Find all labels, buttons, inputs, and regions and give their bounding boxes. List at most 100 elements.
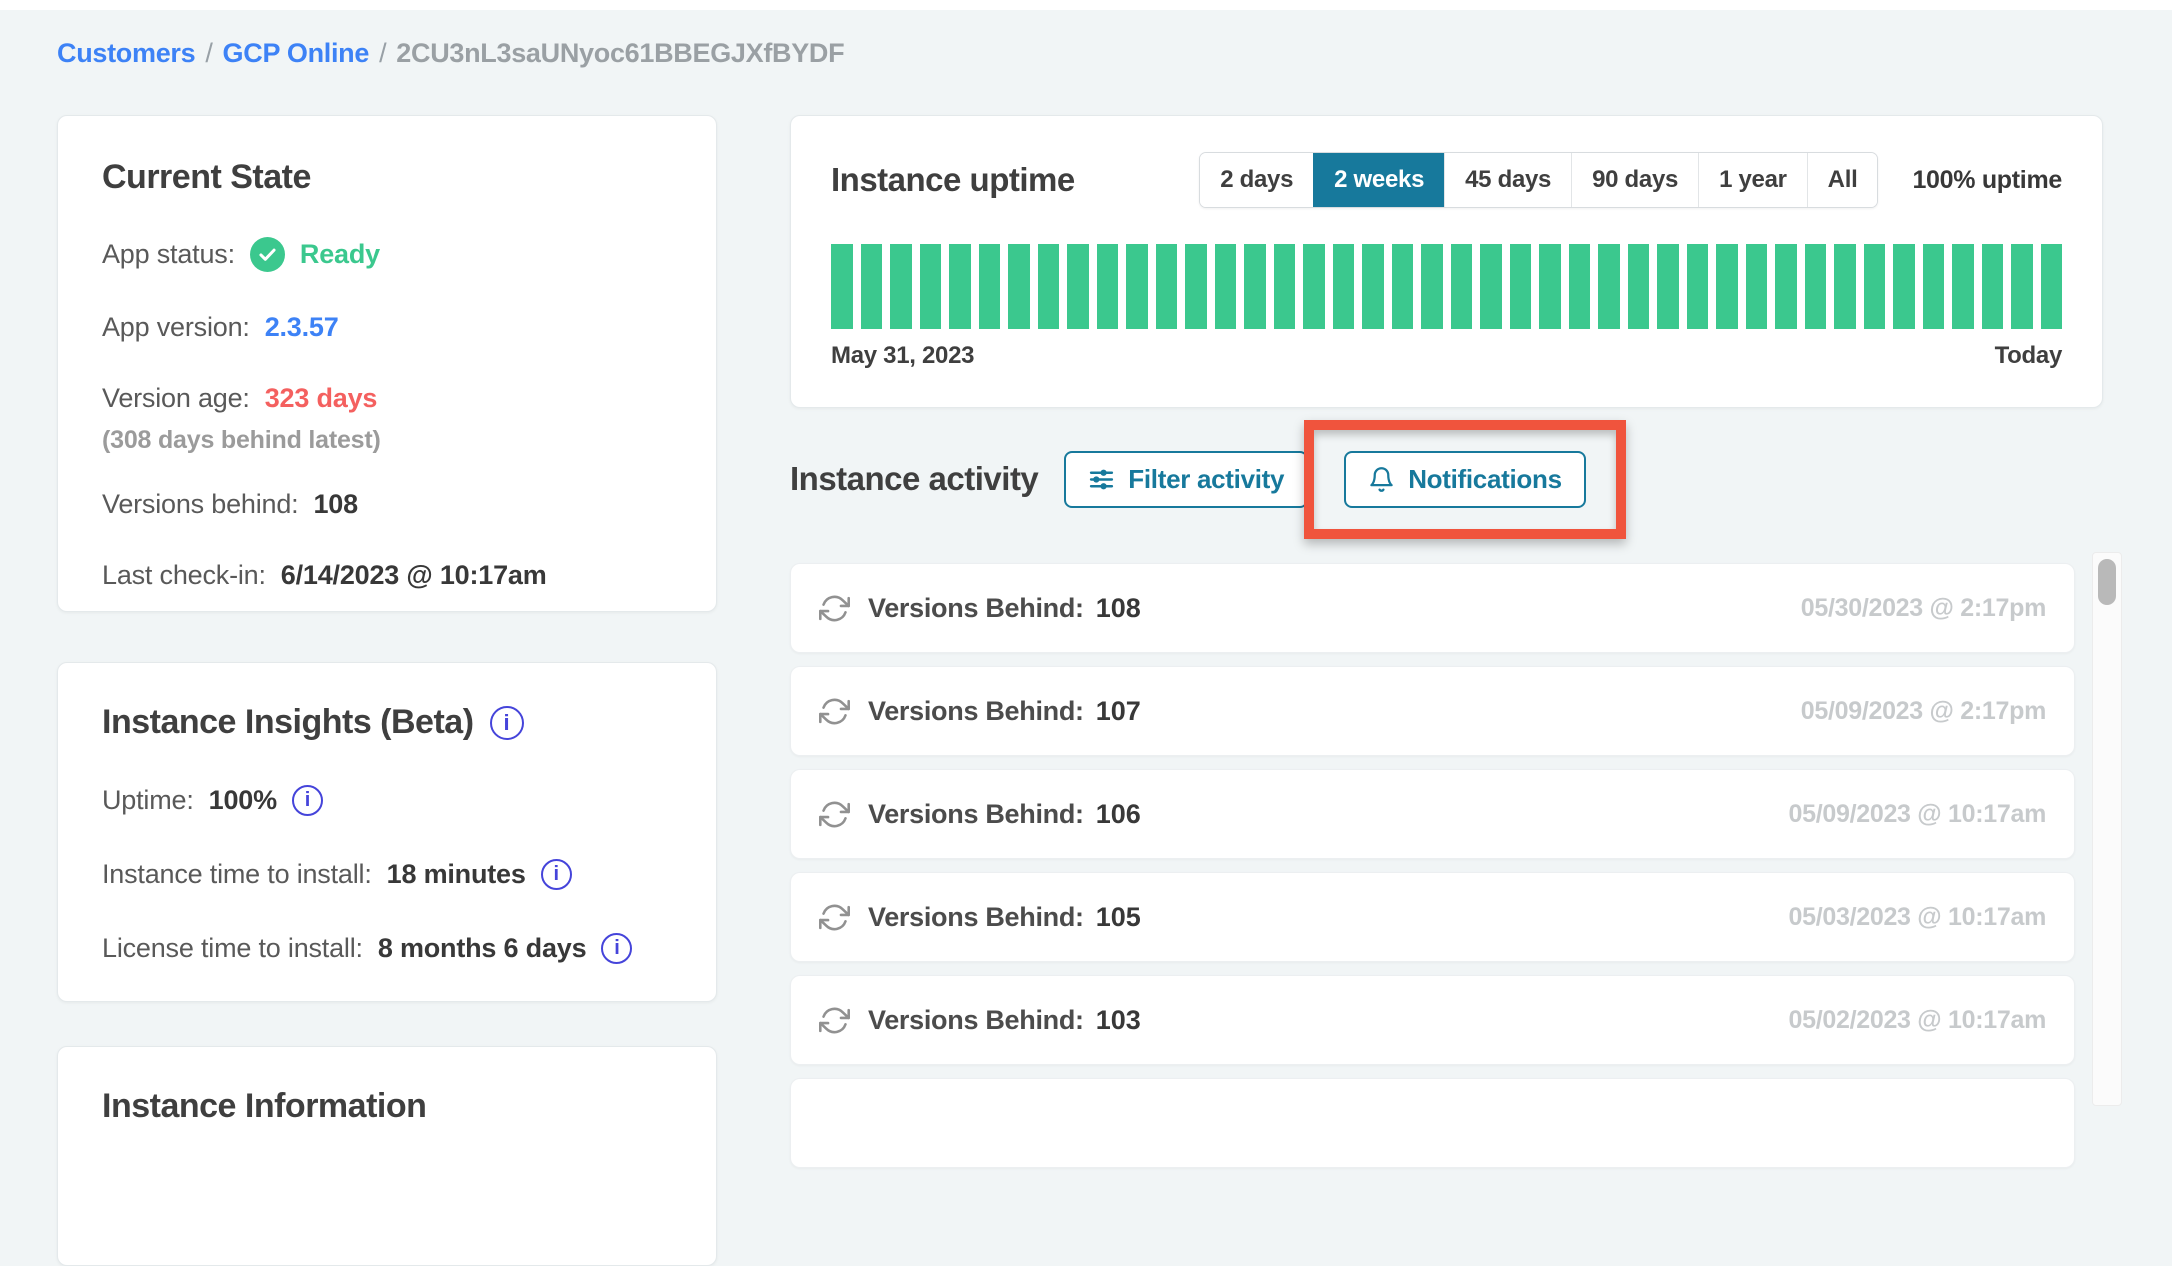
activity-title: Instance activity xyxy=(790,460,1038,498)
insights-rows: Uptime: 100% Instance time to install: 1… xyxy=(102,785,672,964)
activity-header: Instance activity Filter activity xyxy=(790,408,2103,550)
sync-arrows-icon xyxy=(819,593,850,624)
instance-insights-card: Instance Insights (Beta) Uptime: 100% In… xyxy=(57,662,717,1002)
uptime-range-45-days[interactable]: 45 days xyxy=(1444,153,1571,207)
uptime-range-90-days[interactable]: 90 days xyxy=(1571,153,1698,207)
uptime-bar xyxy=(1952,244,1974,329)
uptime-bar xyxy=(1923,244,1945,329)
uptime-bar xyxy=(1008,244,1030,329)
uptime-bar xyxy=(1716,244,1738,329)
app-status-row: App status: Ready xyxy=(102,237,672,272)
breadcrumb-item[interactable]: Customers xyxy=(57,38,195,68)
activity-row[interactable]: Versions Behind: 103 05/02/2023 @ 10:17a… xyxy=(790,975,2075,1065)
instance-information-title: Instance Information xyxy=(102,1087,672,1126)
insight-value: 100% xyxy=(209,785,277,816)
uptime-bar xyxy=(1834,244,1856,329)
activity-list: Versions Behind: 108 05/30/2023 @ 2:17pm… xyxy=(790,563,2075,1168)
uptime-bar xyxy=(1598,244,1620,329)
activity-row-timestamp: 05/09/2023 @ 2:17pm xyxy=(1801,697,2046,726)
uptime-bar xyxy=(861,244,883,329)
version-age-value: 323 days xyxy=(265,383,378,414)
uptime-range-all[interactable]: All xyxy=(1807,153,1878,207)
version-age-note: (308 days behind latest) xyxy=(102,426,672,455)
uptime-bar xyxy=(1687,244,1709,329)
uptime-range-2-weeks[interactable]: 2 weeks xyxy=(1313,153,1444,207)
activity-row-label: Versions Behind: xyxy=(868,799,1084,830)
uptime-bar xyxy=(1067,244,1089,329)
uptime-bar xyxy=(1215,244,1237,329)
breadcrumb-item[interactable]: GCP Online xyxy=(223,38,370,68)
activity-row-partial[interactable] xyxy=(790,1078,2075,1168)
uptime-range-1-year[interactable]: 1 year xyxy=(1698,153,1807,207)
right-column: Instance uptime 2 days2 weeks45 days90 d… xyxy=(790,115,2103,1181)
annotation-highlight-box: Notifications xyxy=(1304,420,1626,539)
uptime-bar xyxy=(831,244,853,329)
uptime-bar xyxy=(920,244,942,329)
sync-arrows-icon xyxy=(819,799,850,830)
filter-activity-label: Filter activity xyxy=(1128,464,1284,495)
uptime-bar xyxy=(1982,244,2004,329)
versions-behind-label: Versions behind: xyxy=(102,489,298,520)
uptime-bar xyxy=(2041,244,2063,329)
uptime-header: Instance uptime 2 days2 weeks45 days90 d… xyxy=(831,152,2062,208)
current-state-card: Current State App status: Ready App vers… xyxy=(57,115,717,612)
activity-row-timestamp: 05/30/2023 @ 2:17pm xyxy=(1801,594,2046,623)
app-version-value[interactable]: 2.3.57 xyxy=(265,312,339,343)
uptime-bar-chart xyxy=(831,244,2062,329)
app-version-row: App version: 2.3.57 xyxy=(102,312,672,343)
activity-row-timestamp: 05/02/2023 @ 10:17am xyxy=(1789,1006,2046,1035)
info-icon[interactable] xyxy=(601,933,632,964)
uptime-bar xyxy=(1451,244,1473,329)
uptime-bar xyxy=(890,244,912,329)
activity-scrollbar-thumb[interactable] xyxy=(2098,559,2116,605)
insight-row: Instance time to install: 18 minutes xyxy=(102,859,672,890)
breadcrumb: Customers / GCP Online / 2CU3nL3saUNyoc61BBE… xyxy=(57,38,844,69)
activity-row[interactable]: Versions Behind: 107 05/09/2023 @ 2:17pm xyxy=(790,666,2075,756)
uptime-bar xyxy=(1274,244,1296,329)
notifications-button[interactable]: Notifications xyxy=(1344,451,1586,508)
info-icon[interactable] xyxy=(292,785,323,816)
check-circle-icon xyxy=(250,237,285,272)
uptime-range-2-days[interactable]: 2 days xyxy=(1200,153,1313,207)
filter-activity-button[interactable]: Filter activity xyxy=(1064,451,1308,508)
uptime-bar xyxy=(1362,244,1384,329)
activity-row-value: 105 xyxy=(1096,902,1141,933)
last-checkin-value: 6/14/2023 @ 10:17am xyxy=(281,560,547,591)
instance-information-card: Instance Information xyxy=(57,1046,717,1266)
activity-row-value: 108 xyxy=(1096,593,1141,624)
uptime-bar xyxy=(1038,244,1060,329)
insight-label: Uptime: xyxy=(102,785,194,816)
uptime-bar xyxy=(1864,244,1886,329)
activity-row-value: 103 xyxy=(1096,1005,1141,1036)
info-icon[interactable] xyxy=(490,706,524,740)
sync-arrows-icon xyxy=(819,1005,850,1036)
uptime-bar xyxy=(1244,244,1266,329)
uptime-start-date: May 31, 2023 xyxy=(831,342,974,370)
info-icon[interactable] xyxy=(541,859,572,890)
activity-row-value: 106 xyxy=(1096,799,1141,830)
uptime-bar xyxy=(1893,244,1915,329)
breadcrumb-separator: / xyxy=(379,38,386,68)
activity-row[interactable]: Versions Behind: 105 05/03/2023 @ 10:17a… xyxy=(790,872,2075,962)
uptime-range-group: 2 days2 weeks45 days90 days1 yearAll xyxy=(1199,152,1878,208)
breadcrumb-item: 2CU3nL3saUNyoc61BBEGJXfBYDF xyxy=(396,38,844,68)
insight-row: Uptime: 100% xyxy=(102,785,672,816)
sync-arrows-icon xyxy=(819,696,850,727)
activity-row[interactable]: Versions Behind: 108 05/30/2023 @ 2:17pm xyxy=(790,563,2075,653)
uptime-bar xyxy=(1333,244,1355,329)
uptime-footer: May 31, 2023 Today xyxy=(831,342,2062,370)
uptime-bar xyxy=(1392,244,1414,329)
sync-arrows-icon xyxy=(819,902,850,933)
activity-row-label: Versions Behind: xyxy=(868,902,1084,933)
activity-scrollbar-track[interactable] xyxy=(2092,552,2122,1106)
current-state-title: Current State xyxy=(102,158,672,197)
breadcrumb-separator: / xyxy=(205,38,212,68)
uptime-bar xyxy=(1510,244,1532,329)
instance-uptime-card: Instance uptime 2 days2 weeks45 days90 d… xyxy=(790,115,2103,408)
uptime-bar xyxy=(1569,244,1591,329)
left-column: Current State App status: Ready App vers… xyxy=(57,115,717,1266)
bell-icon xyxy=(1368,466,1395,493)
top-strip xyxy=(0,0,2172,10)
activity-row[interactable]: Versions Behind: 106 05/09/2023 @ 10:17a… xyxy=(790,769,2075,859)
uptime-summary: 100% uptime xyxy=(1912,166,2062,195)
